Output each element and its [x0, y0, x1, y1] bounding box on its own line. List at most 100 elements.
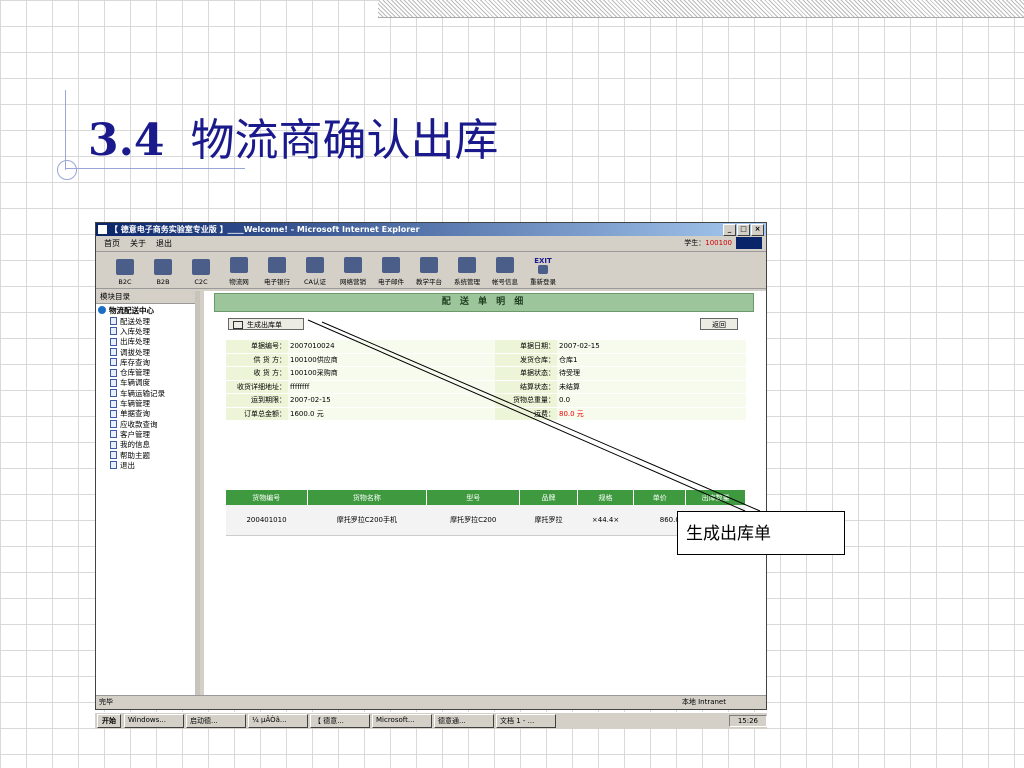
page-icon	[110, 389, 117, 398]
table-cell: ×44.4×	[577, 505, 634, 536]
page-icon	[110, 348, 117, 357]
info-row: 收 货 方： 100100采购商 单据状态： 待受理	[226, 366, 746, 381]
toolbar-teaching[interactable]: 教学平台	[410, 257, 448, 288]
table-cell: 200401010	[226, 505, 307, 536]
title-number: 3.4	[88, 115, 165, 166]
sidebar-item[interactable]: 车辆管理	[96, 398, 195, 408]
zone-text: 本地 Intranet	[681, 698, 726, 706]
taskbar-button[interactable]: 文档 1 - ...	[496, 714, 556, 728]
page-icon	[110, 337, 117, 346]
generate-outbound-button[interactable]: 生成出库单	[228, 318, 304, 330]
toolbar-mail[interactable]: 电子邮件	[372, 257, 410, 288]
toolbar-c2c[interactable]: C2C	[182, 259, 220, 288]
student-label: 学生：	[684, 239, 706, 247]
column-header: 规格	[577, 490, 635, 505]
start-button[interactable]: 开始	[97, 714, 121, 728]
sidebar-item[interactable]: 仓库管理	[96, 367, 195, 377]
taskbar-button[interactable]: ¼ µÂÒâ...	[248, 714, 308, 728]
toolbar-label: 系统管理	[454, 278, 480, 286]
sidebar-item[interactable]: 车辆运输记录	[96, 388, 195, 398]
student-id: 100100	[705, 239, 732, 247]
toolbar-marketing[interactable]: 网络营销	[334, 257, 372, 288]
title-text: 物流商确认出库	[190, 115, 499, 166]
toolbar-system[interactable]: 系统管理	[448, 257, 486, 288]
toolbar-label: 电子银行	[264, 278, 290, 286]
info-label: 运费：	[495, 407, 557, 421]
minimize-button[interactable]: _	[723, 224, 736, 236]
back-button[interactable]: 返回	[700, 318, 738, 330]
toolbar-label: 网络营销	[340, 278, 366, 286]
sidebar-root-label: 物流配送中心	[109, 305, 154, 315]
column-header: 货物名称	[307, 490, 428, 505]
close-button[interactable]: ×	[751, 224, 764, 236]
page-icon	[110, 327, 117, 336]
sidebar-root[interactable]: 物流配送中心	[96, 304, 195, 316]
status-text: 完毕	[99, 698, 113, 706]
toolbar-bank[interactable]: 电子银行	[258, 257, 296, 288]
module-sidebar: 模块目录 物流配送中心 配送处理 入库处理 出库处理 调拔处理 库存查询 仓库管理 车辆调度…	[96, 291, 200, 695]
sidebar-item[interactable]: 退出	[96, 460, 195, 470]
menu-logout[interactable]: 退出	[156, 236, 172, 251]
sidebar-item[interactable]: 客户管理	[96, 429, 195, 439]
table-row[interactable]: 200401010 摩托罗拉C200手机 摩托罗拉C200 摩托罗拉 ×44.4× 860…	[226, 505, 746, 536]
exit-icon	[538, 265, 548, 274]
maximize-button[interactable]: □	[737, 224, 750, 236]
module-toolbar: B2C B2B C2C 物流网 电子银行 CA认证 网络营销 电子邮件 教学平台…	[96, 252, 766, 289]
callout-box: 生成出库单	[677, 511, 845, 555]
sidebar-item-label: 退出	[120, 460, 135, 470]
sidebar-item[interactable]: 帮助主题	[96, 450, 195, 460]
info-value: 2007-02-15	[557, 340, 746, 354]
system-icon	[458, 257, 476, 273]
info-value: 100100采购商	[288, 366, 495, 381]
sidebar-item[interactable]: 应收款查询	[96, 419, 195, 429]
sidebar-item[interactable]: 库存查询	[96, 357, 195, 367]
main-content: 配 送 单 明 细 生成出库单 返回 单据编号： 2007010024 单据日期： 2…	[204, 291, 766, 695]
page-icon	[110, 358, 117, 367]
document-icon	[233, 321, 243, 329]
sidebar-item[interactable]: 入库处理	[96, 326, 195, 336]
toolbar-relogin[interactable]: EXIT 重新登录	[524, 257, 562, 288]
column-header: 出库数量	[685, 490, 746, 505]
sidebar-item[interactable]: 我的信息	[96, 440, 195, 450]
ie-icon	[98, 225, 107, 234]
info-label: 订单总金额：	[226, 407, 288, 421]
sidebar-item[interactable]: 配送处理	[96, 316, 195, 326]
ca-icon	[306, 257, 324, 273]
info-value: 2007-02-15	[288, 393, 495, 408]
taskbar-button[interactable]: 【 德意...	[310, 714, 370, 728]
toolbar-label: CA认证	[304, 278, 326, 286]
toolbar-account[interactable]: 帐号信息	[486, 257, 524, 288]
toolbar-label: 物流网	[229, 278, 249, 286]
toolbar-b2b[interactable]: B2B	[144, 259, 182, 288]
taskbar-button[interactable]: Microsoft...	[372, 714, 432, 728]
b2c-icon	[116, 259, 134, 275]
info-value: 未结算	[557, 380, 746, 394]
toolbar-ca[interactable]: CA认证	[296, 257, 334, 288]
window-titlebar[interactable]: 【 德意电子商务实验室专业版 】____Welcome! - Microsoft…	[96, 223, 766, 236]
teach-icon	[420, 257, 438, 273]
taskbar-button[interactable]: 启动德...	[186, 714, 246, 728]
info-row: 单据编号： 2007010024 单据日期： 2007-02-15	[226, 340, 746, 354]
sidebar-item[interactable]: 单据查询	[96, 409, 195, 419]
info-row: 订单总金额： 1600.0 元运费： 80.0 元	[226, 407, 746, 421]
page-icon	[110, 317, 117, 326]
sidebar-item[interactable]: 车辆调度	[96, 378, 195, 388]
taskbar-button[interactable]: 德意通...	[434, 714, 494, 728]
menu-home[interactable]: 首页	[104, 236, 120, 251]
table-cell: 摩托罗拉C200	[426, 505, 520, 536]
truck-icon	[230, 257, 248, 273]
detail-header: 配 送 单 明 细	[214, 293, 754, 312]
toolbar-logistics[interactable]: 物流网	[220, 257, 258, 288]
toolbar-b2c[interactable]: B2C	[106, 259, 144, 288]
sidebar-item[interactable]: 调拔处理	[96, 347, 195, 357]
info-value: 0.0	[557, 393, 746, 408]
menu-about[interactable]: 关于	[130, 236, 146, 251]
taskbar-button[interactable]: Windows...	[124, 714, 184, 728]
info-row: 供 货 方： 100100供应商 发货仓库： 仓库1	[226, 353, 746, 367]
page-icon	[110, 440, 117, 449]
sidebar-item[interactable]: 出库处理	[96, 337, 195, 347]
ie-logo-icon	[736, 237, 762, 249]
tray-clock: 15:26	[728, 715, 767, 727]
page-icon	[110, 368, 117, 377]
info-label: 单据编号：	[226, 340, 288, 354]
